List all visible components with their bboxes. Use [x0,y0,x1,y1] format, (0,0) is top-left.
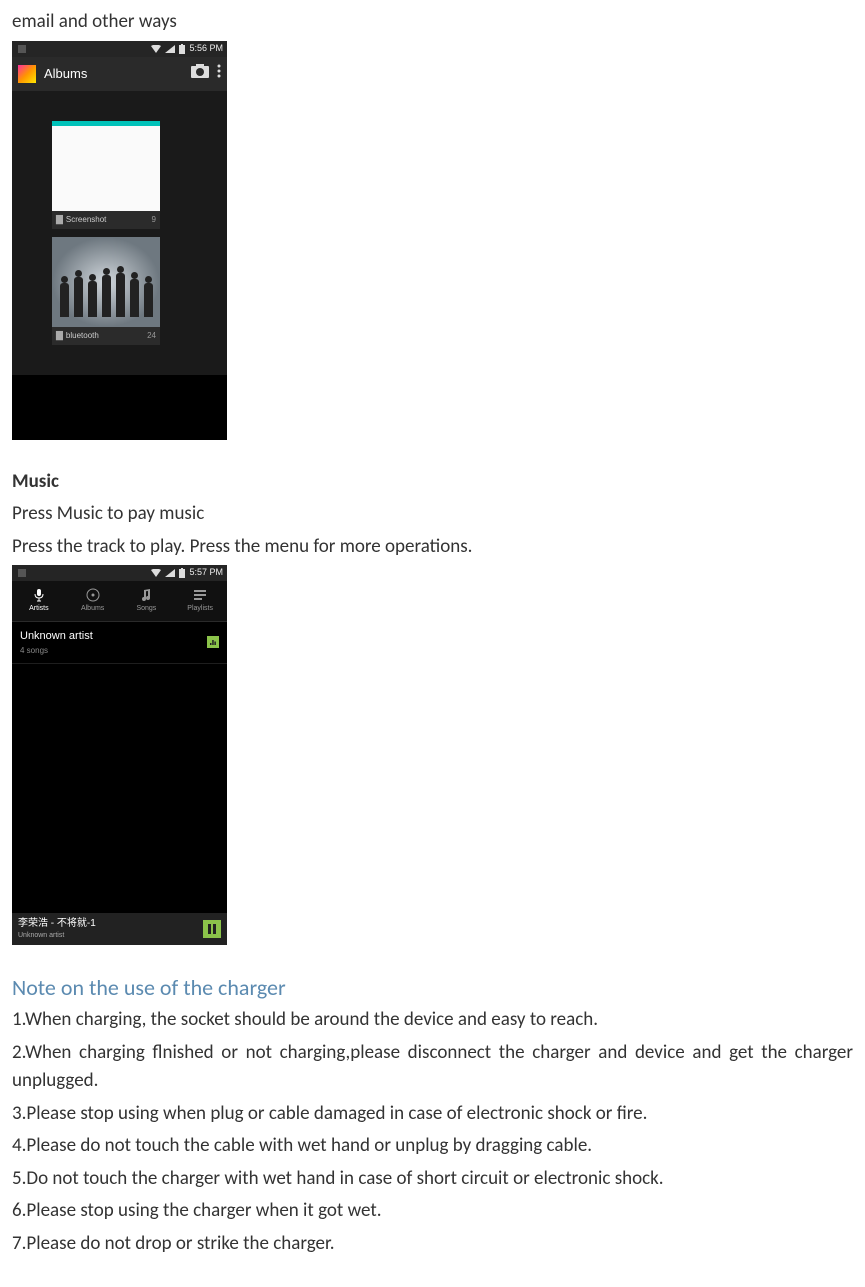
wifi-icon [151,45,161,53]
album-name: Screenshot [66,214,106,226]
charger-note: 1.When charging, the socket should be ar… [12,1006,853,1035]
tab-albums[interactable]: Albums [66,581,120,621]
status-bar: 5:57 PM [12,565,227,581]
music-line2: Press the track to play. Press the menu … [12,533,853,562]
album-count: 24 [147,330,156,342]
signal-icon [165,569,175,577]
charger-note: 2.When charging flnished or not charging… [12,1039,853,1096]
album-thumbnail [52,237,160,327]
album-count: 9 [152,214,156,226]
action-bar-title[interactable]: Albums [44,64,87,84]
now-playing-badge-icon [207,636,219,648]
album-card[interactable]: ▇ Screenshot 9 [52,121,160,229]
music-line1: Press Music to pay music [12,500,853,529]
camera-icon[interactable] [191,64,209,84]
tab-artists[interactable]: Artists [12,581,66,621]
list-icon [193,588,207,602]
now-playing-bar[interactable]: 李荣浩 - 不将就-1 Unknown artist [12,913,227,945]
tab-label: Artists [29,604,48,615]
tab-label: Albums [81,604,104,615]
battery-icon [179,44,185,54]
gallery-app-icon [18,65,36,83]
tab-label: Playlists [187,604,213,615]
notification-icon [18,45,26,53]
pause-icon [208,924,216,934]
mic-icon [32,588,46,602]
intro-line: email and other ways [12,8,853,37]
artist-sub: 4 songs [20,645,207,657]
charger-note: 5.Do not touch the charger with wet hand… [12,1165,853,1194]
folder-icon: ▇ [56,329,63,343]
music-heading: Music [12,468,853,497]
overflow-menu-icon[interactable] [217,64,221,84]
charger-note: 3.Please stop using when plug or cable d… [12,1100,853,1129]
now-playing-title: 李荣浩 - 不将就-1 [18,916,203,931]
wifi-icon [151,569,161,577]
album-card[interactable]: ▇ bluetooth 24 [52,237,160,345]
album-name: bluetooth [66,330,99,342]
tab-playlists[interactable]: Playlists [173,581,227,621]
artist-list: Unknown artist 4 songs [12,622,227,664]
tab-songs[interactable]: Songs [120,581,174,621]
now-playing-artist: Unknown artist [18,931,203,942]
status-time: 5:56 PM [189,42,223,56]
action-bar: Albums [12,57,227,91]
notification-icon [18,569,26,577]
albums-screenshot: 5:56 PM Albums ▇ Screenshot 9 [12,41,227,440]
charger-note: 7.Please do not drop or strike the charg… [12,1230,853,1259]
signal-icon [165,45,175,53]
pause-button[interactable] [203,920,221,938]
albums-grid: ▇ Screenshot 9 ▇ bluetooth 24 [12,91,227,375]
album-thumbnail [52,121,160,211]
charger-note: 6.Please stop using the charger when it … [12,1197,853,1226]
charger-heading: Note on the use of the charger [12,971,853,1004]
tab-label: Songs [136,604,156,615]
disc-icon [86,588,100,602]
music-screenshot: 5:57 PM Artists Albums Songs Playlists U… [12,565,227,945]
artist-name: Unknown artist [20,628,207,645]
battery-icon [179,568,185,578]
charger-note: 4.Please do not touch the cable with wet… [12,1132,853,1161]
music-tabs: Artists Albums Songs Playlists [12,581,227,622]
album-footer: ▇ bluetooth 24 [52,327,160,345]
album-footer: ▇ Screenshot 9 [52,211,160,229]
folder-icon: ▇ [56,213,63,227]
note-icon [139,588,153,602]
status-bar: 5:56 PM [12,41,227,57]
status-time: 5:57 PM [189,566,223,580]
list-item[interactable]: Unknown artist 4 songs [12,622,227,664]
